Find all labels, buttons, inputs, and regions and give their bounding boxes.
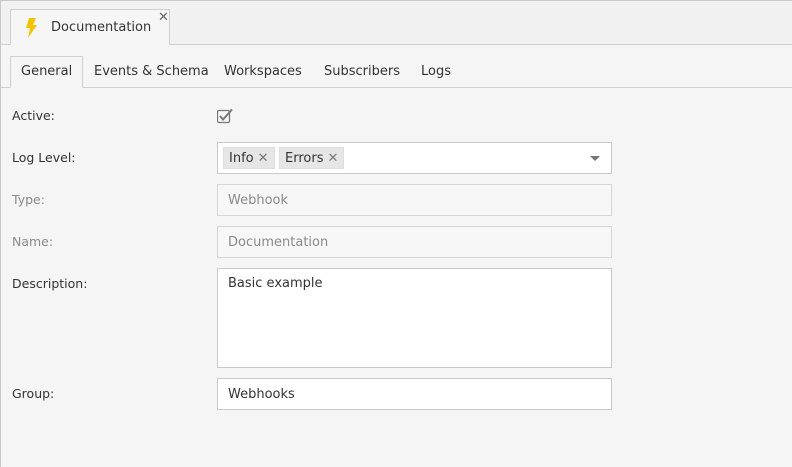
document-tab-strip: Documentation ✕ [1, 1, 792, 45]
tag-errors: Errors ✕ [279, 147, 345, 169]
log-level-multiselect[interactable]: Info ✕ Errors ✕ [217, 142, 612, 174]
tag-info-label: Info [229, 151, 254, 166]
log-level-label: Log Level: [12, 150, 76, 165]
tab-workspaces[interactable]: Workspaces [224, 56, 302, 87]
name-label: Name: [12, 234, 54, 249]
document-tab-label: Documentation [51, 20, 152, 35]
active-label: Active: [12, 108, 55, 123]
name-field [217, 226, 612, 258]
editor-window: Documentation ✕ General Events & Schema … [0, 0, 792, 467]
tab-subscribers[interactable]: Subscribers [324, 56, 400, 87]
close-tab-icon[interactable]: ✕ [158, 11, 169, 25]
lightning-bolt-icon [25, 18, 39, 38]
remove-tag-errors-icon[interactable]: ✕ [327, 151, 338, 166]
tab-general[interactable]: General [10, 56, 84, 88]
type-label: Type: [12, 192, 45, 207]
tab-logs[interactable]: Logs [421, 56, 451, 87]
section-tabs: General Events & Schema Workspaces Subsc… [1, 56, 792, 88]
description-label: Description: [12, 276, 88, 291]
document-tab[interactable]: Documentation ✕ [10, 9, 170, 45]
type-field [217, 184, 612, 216]
tab-events-schema[interactable]: Events & Schema [94, 56, 209, 87]
remove-tag-info-icon[interactable]: ✕ [258, 151, 269, 166]
tag-info: Info ✕ [223, 147, 275, 169]
group-field[interactable] [217, 378, 612, 410]
description-field[interactable]: Basic example [217, 268, 612, 368]
tag-errors-label: Errors [285, 151, 324, 166]
chevron-down-icon[interactable] [590, 156, 600, 161]
active-checkbox[interactable] [216, 108, 234, 124]
group-label: Group: [12, 386, 55, 401]
